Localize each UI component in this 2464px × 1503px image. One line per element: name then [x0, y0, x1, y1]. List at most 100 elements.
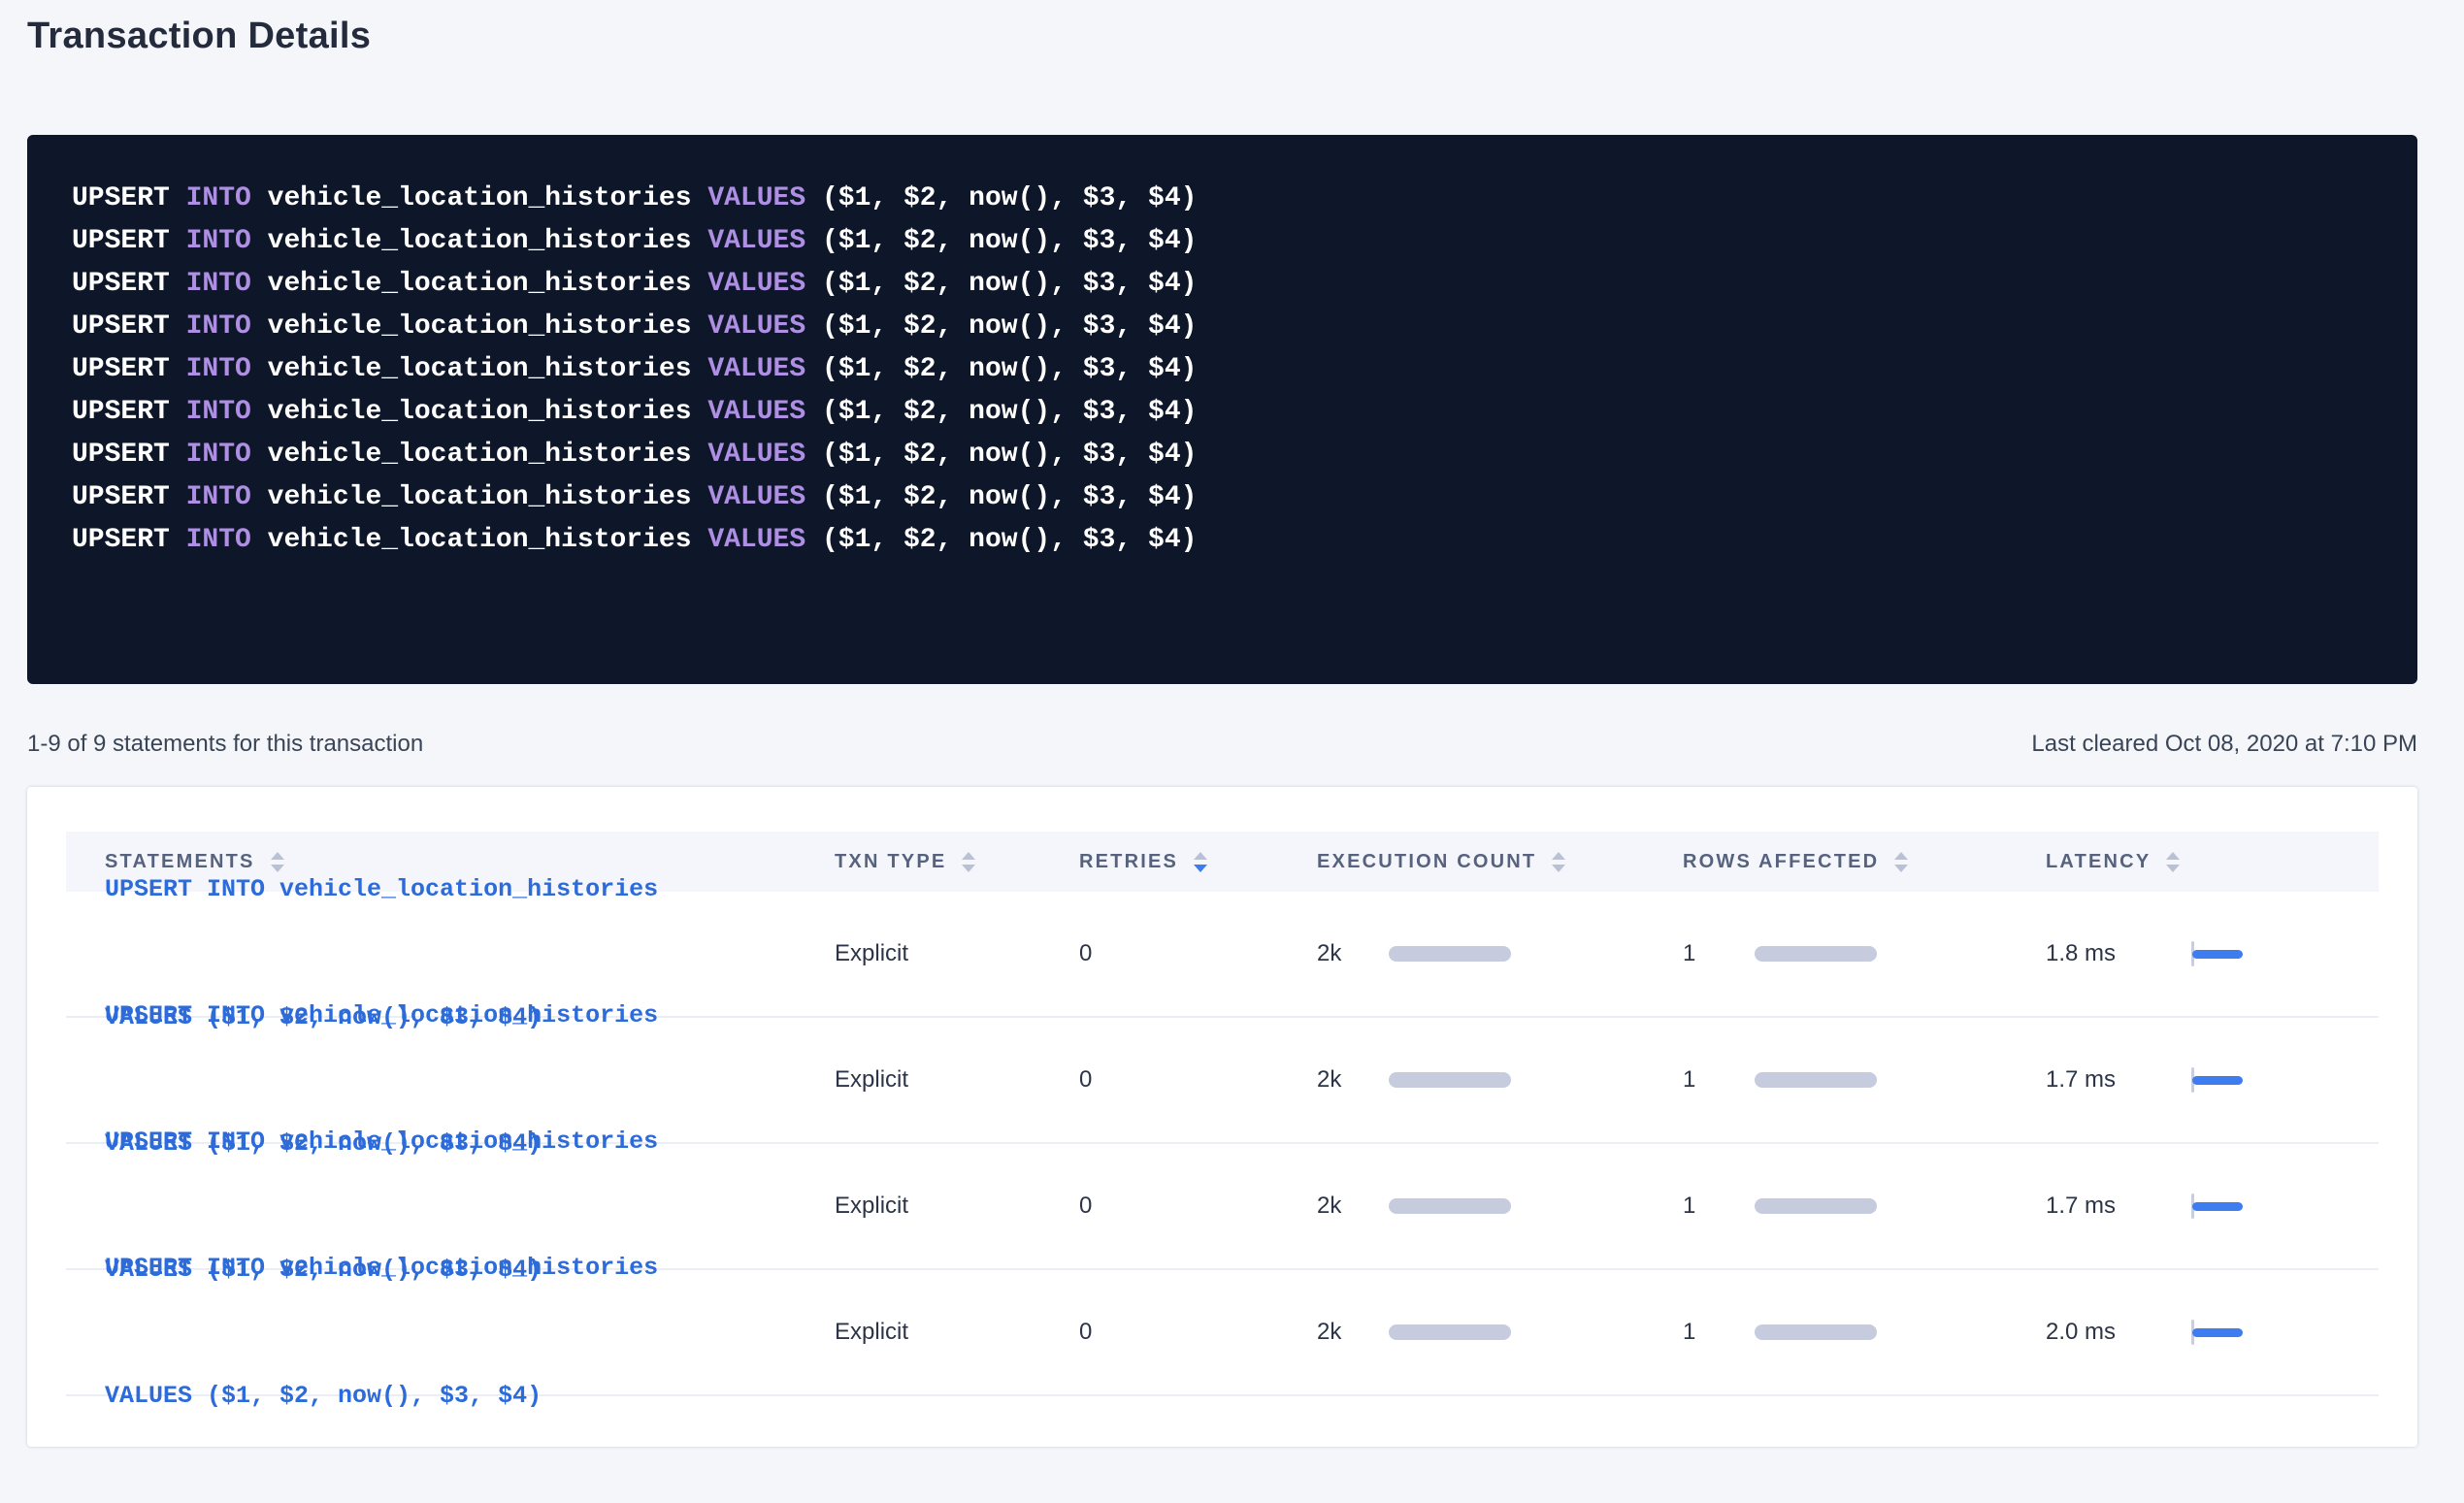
column-label: ROWS AFFECTED [1683, 851, 1879, 873]
column-label: RETRIES [1079, 851, 1178, 873]
sql-text: ($1, $2, now(), $3, $4) [805, 183, 1197, 213]
latency-bar [2192, 1202, 2243, 1211]
execution-count-cell: 2k [1317, 940, 1683, 967]
sql-table-name: vehicle_location_histories [251, 311, 707, 342]
execution-count-bar [1389, 946, 1511, 962]
rows-affected-cell: 1 [1683, 940, 2046, 967]
sql-statement-line: UPSERT INTO vehicle_location_histories V… [72, 434, 2373, 476]
execution-count-bar [1389, 1324, 1511, 1340]
sql-statement-line: UPSERT INTO vehicle_location_histories V… [72, 519, 2373, 562]
txn-type-cell: Explicit [835, 1319, 1079, 1346]
retries-cell: 0 [1079, 940, 1317, 967]
sql-text: ($1, $2, now(), $3, $4) [805, 397, 1197, 427]
sql-statement-line: UPSERT INTO vehicle_location_histories V… [72, 306, 2373, 348]
execution-count-bar [1389, 1198, 1511, 1214]
sql-text: ($1, $2, now(), $3, $4) [805, 482, 1197, 512]
sql-text: ($1, $2, now(), $3, $4) [805, 311, 1197, 342]
execution-count-value: 2k [1317, 1066, 1389, 1094]
latency-bar [2192, 950, 2243, 959]
execution-count-bar [1389, 1072, 1511, 1088]
column-header-txn-type[interactable]: TXN TYPE [835, 851, 1079, 873]
sql-keyword: INTO [186, 354, 251, 384]
sql-text: UPSERT [72, 525, 186, 555]
sql-text: ($1, $2, now(), $3, $4) [805, 525, 1197, 555]
sql-table-name: vehicle_location_histories [251, 269, 707, 299]
sort-desc-icon-active[interactable] [1194, 865, 1207, 872]
statements-count-summary: 1-9 of 9 statements for this transaction [27, 731, 423, 758]
column-header-rows-affected[interactable]: ROWS AFFECTED [1683, 851, 2046, 873]
sql-text: ($1, $2, now(), $3, $4) [805, 440, 1197, 470]
statement-cell: UPSERT INTO vehicle_location_histories V… [66, 1161, 835, 1503]
rows-affected-value: 1 [1683, 1193, 1755, 1220]
sql-statement-line: UPSERT INTO vehicle_location_histories V… [72, 178, 2373, 220]
latency-cell: 1.7 ms [2046, 1193, 2379, 1220]
execution-count-value: 2k [1317, 1319, 1389, 1346]
execution-count-value: 2k [1317, 1193, 1389, 1220]
column-header-execution-count[interactable]: EXECUTION COUNT [1317, 851, 1683, 873]
latency-bar-chart [2191, 1067, 2243, 1093]
sort-asc-icon[interactable] [2166, 852, 2180, 860]
latency-value: 2.0 ms [2046, 1319, 2191, 1346]
statement-line: UPSERT INTO vehicle_location_histories [105, 1121, 658, 1163]
sql-text: ($1, $2, now(), $3, $4) [805, 269, 1197, 299]
sql-keyword: INTO [186, 183, 251, 213]
latency-cell: 2.0 ms [2046, 1319, 2379, 1346]
sql-text: UPSERT [72, 440, 186, 470]
sort-icons [1894, 852, 1908, 872]
latency-bar-chart [2191, 1193, 2243, 1219]
latency-bar [2192, 1328, 2243, 1337]
sort-desc-icon[interactable] [1552, 865, 1565, 872]
sort-desc-icon[interactable] [1894, 865, 1908, 872]
statement-line: UPSERT INTO vehicle_location_histories [105, 868, 658, 911]
sort-asc-icon[interactable] [1894, 852, 1908, 860]
sql-statement-line: UPSERT INTO vehicle_location_histories V… [72, 263, 2373, 306]
rows-affected-value: 1 [1683, 940, 1755, 967]
statement-link[interactable]: UPSERT INTO vehicle_location_histories V… [105, 1161, 658, 1503]
execution-count-value: 2k [1317, 940, 1389, 967]
latency-value: 1.7 ms [2046, 1066, 2191, 1094]
sql-keyword: VALUES [707, 440, 805, 470]
summary-row: 1-9 of 9 statements for this transaction… [27, 731, 2417, 758]
latency-cell: 1.7 ms [2046, 1066, 2379, 1094]
sql-text: UPSERT [72, 183, 186, 213]
sql-table-name: vehicle_location_histories [251, 482, 707, 512]
sql-keyword: INTO [186, 311, 251, 342]
rows-affected-cell: 1 [1683, 1319, 2046, 1346]
sort-asc-icon[interactable] [1194, 852, 1207, 860]
sql-keyword: INTO [186, 525, 251, 555]
sort-icons [962, 852, 975, 872]
retries-cell: 0 [1079, 1193, 1317, 1220]
sql-table-name: vehicle_location_histories [251, 440, 707, 470]
sort-asc-icon[interactable] [962, 852, 975, 860]
rows-affected-value: 1 [1683, 1319, 1755, 1346]
retries-cell: 0 [1079, 1319, 1317, 1346]
sql-text: UPSERT [72, 482, 186, 512]
column-label: EXECUTION COUNT [1317, 851, 1536, 873]
sql-table-name: vehicle_location_histories [251, 183, 707, 213]
sql-table-name: vehicle_location_histories [251, 354, 707, 384]
sort-desc-icon[interactable] [962, 865, 975, 872]
latency-bar-chart [2191, 1320, 2243, 1345]
txn-type-cell: Explicit [835, 1066, 1079, 1094]
sql-text: UPSERT [72, 311, 186, 342]
sql-text: ($1, $2, now(), $3, $4) [805, 226, 1197, 256]
column-label: TXN TYPE [835, 851, 946, 873]
sql-keyword: VALUES [707, 183, 805, 213]
sql-text: ($1, $2, now(), $3, $4) [805, 354, 1197, 384]
sql-keyword: VALUES [707, 354, 805, 384]
column-header-latency[interactable]: LATENCY [2046, 851, 2379, 873]
execution-count-cell: 2k [1317, 1066, 1683, 1094]
sort-desc-icon[interactable] [2166, 865, 2180, 872]
latency-cell: 1.8 ms [2046, 940, 2379, 967]
sql-keyword: INTO [186, 226, 251, 256]
latency-bar [2192, 1076, 2243, 1085]
sort-asc-icon[interactable] [1552, 852, 1565, 860]
sql-keyword: VALUES [707, 397, 805, 427]
sql-keyword: INTO [186, 482, 251, 512]
sql-statement-line: UPSERT INTO vehicle_location_histories V… [72, 348, 2373, 391]
latency-value: 1.8 ms [2046, 940, 2191, 967]
statement-line: UPSERT INTO vehicle_location_histories [105, 995, 658, 1037]
column-header-retries[interactable]: RETRIES [1079, 851, 1317, 873]
sql-keyword: INTO [186, 397, 251, 427]
statements-table-card: STATEMENTS TXN TYPE RETRIES EXECUTION CO… [27, 787, 2417, 1447]
